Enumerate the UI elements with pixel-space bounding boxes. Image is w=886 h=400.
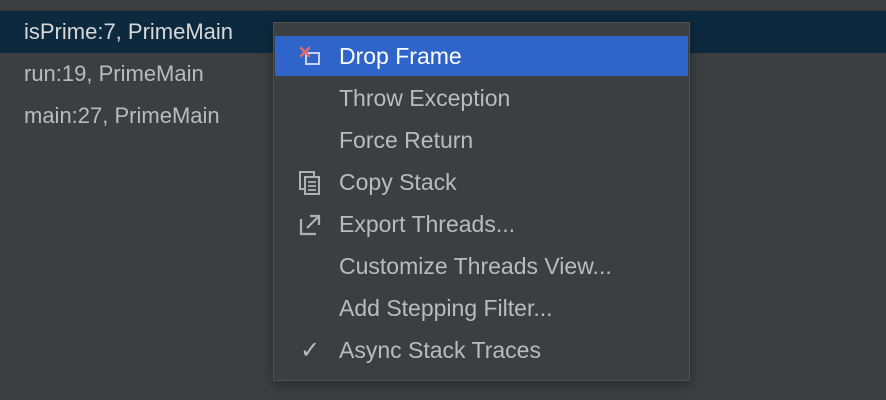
- menu-item-drop-frame[interactable]: Drop Frame: [275, 36, 688, 76]
- menu-item-export-threads[interactable]: Export Threads...: [274, 204, 689, 244]
- menu-item-label: Export Threads...: [339, 211, 515, 237]
- menu-item-throw-exception[interactable]: Throw Exception: [274, 78, 689, 118]
- context-menu: Drop Frame Throw Exception Force Return …: [273, 22, 690, 381]
- frame-label: main:27, PrimeMain: [24, 103, 220, 128]
- copy-icon: [299, 171, 320, 195]
- menu-item-label: Async Stack Traces: [339, 337, 541, 363]
- menu-item-label: Throw Exception: [339, 85, 511, 111]
- menu-item-label: Customize Threads View...: [339, 253, 612, 279]
- menu-item-label: Copy Stack: [339, 169, 457, 195]
- frame-label: isPrime:7, PrimeMain: [24, 19, 234, 44]
- menu-item-copy-stack[interactable]: Copy Stack: [274, 162, 689, 202]
- menu-item-label: Drop Frame: [339, 43, 462, 69]
- menu-item-add-stepping-filter[interactable]: Add Stepping Filter...: [274, 288, 689, 328]
- drop-frame-icon: [299, 46, 320, 65]
- menu-item-async-stack-traces[interactable]: ✓ Async Stack Traces: [274, 330, 689, 370]
- menu-item-label: Force Return: [339, 127, 474, 153]
- panel-top-border: [0, 0, 886, 11]
- export-icon: [299, 214, 321, 236]
- checkmark-icon: ✓: [300, 336, 321, 364]
- frame-label: run:19, PrimeMain: [24, 61, 204, 86]
- menu-item-label: Add Stepping Filter...: [339, 295, 553, 321]
- menu-item-force-return[interactable]: Force Return: [274, 120, 689, 160]
- menu-item-customize-threads-view[interactable]: Customize Threads View...: [274, 246, 689, 286]
